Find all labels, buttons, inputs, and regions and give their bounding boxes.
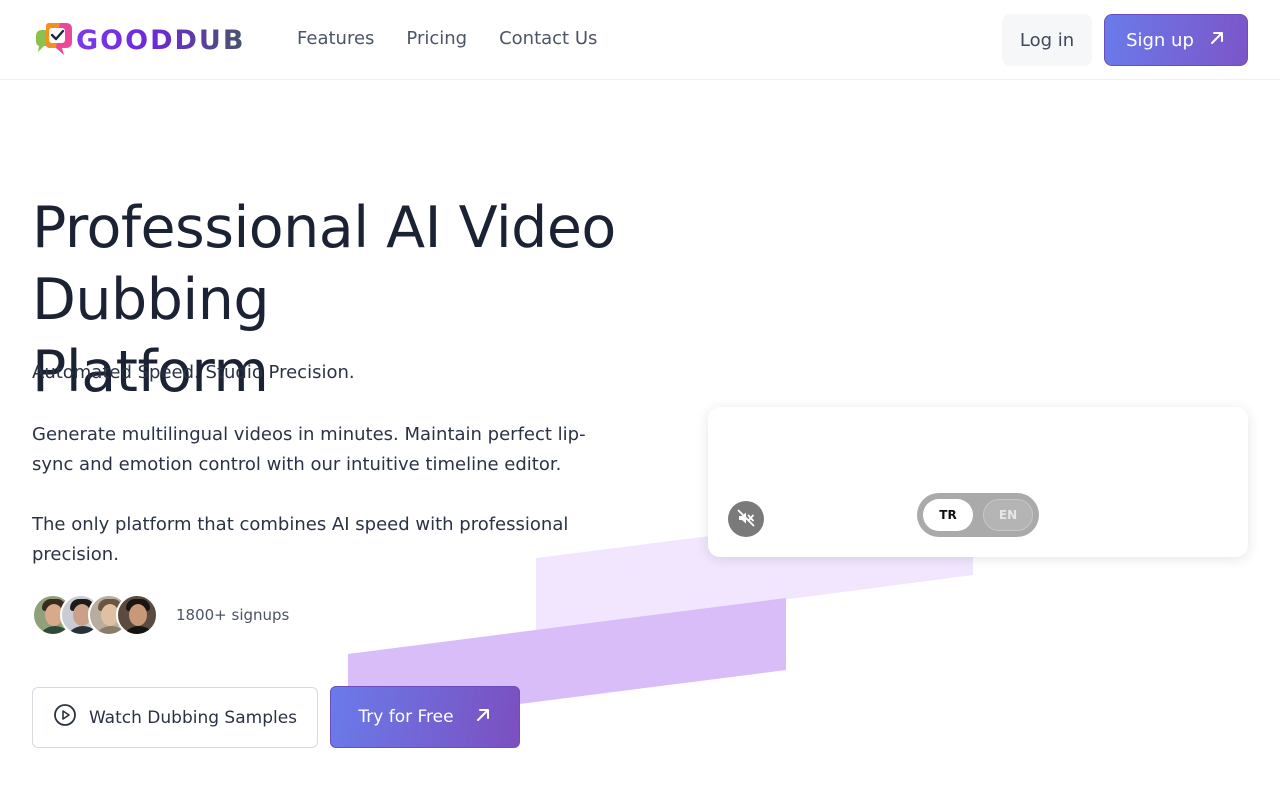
signup-button[interactable]: Sign up: [1104, 14, 1248, 66]
hero-tagline: Automated Speed. Studio Precision.: [32, 362, 355, 383]
language-option-en[interactable]: EN: [983, 499, 1033, 531]
video-player[interactable]: TR EN: [708, 407, 1248, 557]
brand-name: GOODDUB: [76, 24, 246, 56]
chat-bubble-check-icon: [32, 22, 74, 58]
avatar: [116, 594, 158, 636]
login-button[interactable]: Log in: [1002, 14, 1092, 66]
watch-samples-label: Watch Dubbing Samples: [88, 707, 298, 728]
arrow-up-right-icon: [474, 706, 492, 729]
watch-samples-button[interactable]: Watch Dubbing Samples: [32, 687, 318, 748]
hero-title-line1: Professional AI Video Dubbing: [32, 195, 616, 333]
brand-logo[interactable]: GOODDUB: [32, 22, 245, 58]
signup-avatars: [32, 594, 158, 638]
try-free-button[interactable]: Try for Free: [330, 686, 520, 748]
hero-value-prop: The only platform that combines AI speed…: [32, 514, 569, 565]
signup-count: 1800+ signups: [176, 606, 290, 624]
language-option-tr[interactable]: TR: [923, 499, 973, 531]
speaker-muted-icon: [736, 508, 756, 531]
try-free-label: Try for Free: [358, 707, 454, 727]
language-toggle: TR EN: [917, 493, 1039, 537]
hero-description: Generate multilingual videos in minutes.…: [32, 424, 586, 475]
nav-pricing[interactable]: Pricing: [406, 28, 467, 49]
arrow-up-right-icon: [1208, 29, 1226, 52]
nav-contact-us[interactable]: Contact Us: [499, 28, 597, 49]
mute-button[interactable]: [728, 501, 764, 537]
site-header: GOODDUB Features Pricing Contact Us Log …: [0, 0, 1280, 80]
main-nav: Features Pricing Contact Us: [297, 28, 597, 49]
play-circle-icon: [53, 703, 77, 732]
login-label: Log in: [1019, 29, 1075, 51]
signup-label: Sign up: [1126, 29, 1194, 51]
nav-features[interactable]: Features: [297, 28, 374, 49]
